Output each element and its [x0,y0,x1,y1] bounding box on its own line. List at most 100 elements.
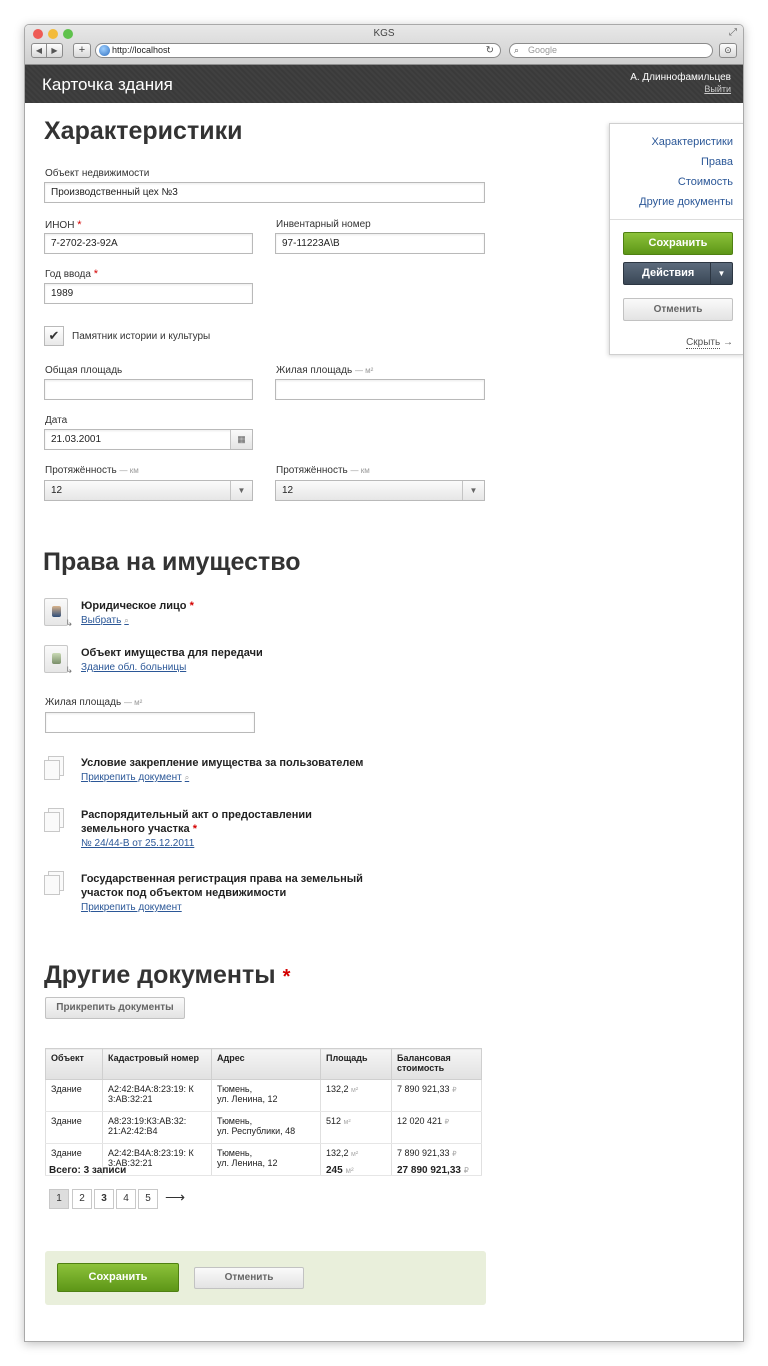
inon-input[interactable]: 7-2702-23-92А [44,233,253,254]
total-area-input[interactable] [44,379,253,400]
nav-link-cost[interactable]: Стоимость [610,172,743,192]
page-button-2[interactable]: 2 [72,1189,92,1209]
length2-select[interactable]: 12 ▼ [275,480,485,501]
back-button[interactable]: ◀ [31,43,47,58]
legal-entity-title: Юридическое лицо * [81,600,194,612]
transfer-object-title: Объект имущества для передачи [81,647,263,659]
required-marker: * [77,219,82,231]
legal-entity-icon[interactable]: ↳ [44,598,73,628]
unit-label: — км [119,466,139,475]
other-docs-heading: Другие документы * [44,961,291,989]
url-text: http://localhost [112,45,171,55]
rights-living-area-input[interactable] [45,712,255,733]
browser-toolbar: KGS ⤢ ◀ ▶ + http://localhost ↻ ⌕ Google … [25,25,743,65]
column-header[interactable]: Балансовая стоимость [391,1048,482,1080]
search-icon: ⌕ [184,773,190,782]
downloads-icon[interactable]: ⊙ [719,43,737,58]
window-title: KGS [373,28,395,39]
doc1-title: Условие закрепление имущества за пользов… [81,757,364,769]
year-label: Год ввода * [45,268,99,280]
length-select[interactable]: 12 ▼ [44,480,253,501]
table-header-row: Объект Кадастровый номер Адрес Площадь Б… [45,1048,482,1080]
page-button-3[interactable]: 3 [94,1189,114,1209]
table-row[interactable]: Здание А8:23:19:К3:АВ:32: 21:А2:42:В4 Тю… [45,1111,482,1144]
fullscreen-icon[interactable]: ⤢ [729,27,737,38]
cell-value: 7 890 921,33 ₽ [391,1079,482,1112]
column-header[interactable]: Кадастровый номер [102,1048,212,1080]
side-panel: Характеристики Права Стоимость Другие до… [609,123,743,355]
new-tab-button[interactable]: + [73,43,91,58]
building-icon[interactable]: ↳ [44,645,73,675]
globe-icon [99,45,110,56]
hide-panel-link[interactable]: Скрыть → [686,337,733,349]
cell-address: Тюмень, ул. Ленина, 12 [211,1143,321,1176]
length-select-value: 12 [51,485,63,496]
length2-select-value: 12 [282,485,294,496]
date-input[interactable]: 21.03.2001 ▦ [44,429,253,450]
nav-link-rights[interactable]: Права [610,152,743,172]
browser-search-input[interactable]: ⌕ Google [509,43,713,58]
cell-cadastral: А8:23:19:К3:АВ:32: 21:А2:42:В4 [102,1111,212,1144]
address-bar[interactable]: http://localhost ↻ [95,43,501,58]
monument-checkbox[interactable]: ✔ [44,326,64,346]
column-header[interactable]: Адрес [211,1048,321,1080]
chevron-down-icon: ▼ [462,481,484,500]
monument-label: Памятник истории и культуры [72,331,211,342]
checkmark-icon: ✔ [48,328,60,343]
footer-cancel-button[interactable]: Отменить [194,1267,304,1289]
chevron-down-icon: ▼ [230,481,252,500]
document-icon [44,871,64,895]
reload-icon[interactable]: ↻ [486,44,494,57]
nav-link-other-documents[interactable]: Другие документы [610,192,743,212]
length2-label: Протяжённость — км [276,465,370,476]
living-area-input[interactable] [275,379,485,400]
arrow-right-icon: → [723,337,733,348]
characteristics-heading: Характеристики [44,117,243,145]
page-button-5[interactable]: 5 [138,1189,158,1209]
object-input[interactable]: Производственный цех №3 [44,182,485,203]
calendar-icon[interactable]: ▦ [230,430,252,449]
transfer-object-link[interactable]: Здание обл. больницы [81,662,186,673]
attach-documents-button[interactable]: Прикрепить документы [45,997,185,1019]
page-title: Карточка здания [42,75,173,94]
legal-entity-link[interactable]: Выбрать ⌕ [81,615,129,626]
column-header[interactable]: Площадь [320,1048,392,1080]
object-label: Объект недвижимости [45,168,150,179]
table-row[interactable]: Здание А2:42:В4А:8:23:19: К 3:АВ:32:21 Т… [45,1079,482,1112]
doc2-title: Распорядительный акт о предоставлении зем… [81,809,312,835]
document-icon [44,808,64,832]
total-records: Всего: 3 записи [49,1165,127,1176]
nav-link-characteristics[interactable]: Характеристики [610,132,743,152]
chevron-down-icon: ▼ [710,263,732,284]
cell-area: 132,2 м² [320,1079,392,1112]
logout-link[interactable]: Выйти [630,84,731,94]
unit-label: — км [350,466,370,475]
side-save-button[interactable]: Сохранить [623,232,733,255]
next-page-arrow-icon[interactable]: ⟶ [165,1189,185,1206]
app-header: Карточка здания А. Длиннофамильцев Выйти [25,65,743,103]
date-value: 21.03.2001 [51,434,102,445]
doc3-attach-link[interactable]: Прикрепить документ [81,902,182,913]
cell-cadastral: А2:42:В4А:8:23:19: К 3:АВ:32:21 [102,1079,212,1112]
actions-dropdown-button[interactable]: Действия ▼ [623,262,733,285]
doc1-attach-link[interactable]: Прикрепить документ ⌕ [81,772,189,783]
length-label: Протяжённость — км [45,465,139,476]
page-button-4[interactable]: 4 [116,1189,136,1209]
page-button-1[interactable]: 1 [49,1189,69,1209]
forward-button[interactable]: ▶ [47,43,63,58]
cell-value: 12 020 421 ₽ [391,1111,482,1144]
year-input[interactable]: 1989 [44,283,253,304]
footer-save-button[interactable]: Сохранить [57,1263,179,1292]
required-marker: * [192,823,197,835]
living-area-label: Жилая площадь — м² [276,365,374,376]
inventory-input[interactable]: 97-11223А\В [275,233,485,254]
side-cancel-button[interactable]: Отменить [623,298,733,321]
column-header[interactable]: Объект [45,1048,103,1080]
search-placeholder: Google [528,45,558,55]
search-icon: ⌕ [124,616,129,625]
required-marker: * [93,268,99,280]
unit-label: — м² [354,366,374,375]
user-name: А. Длиннофамильцев [630,72,731,83]
cell-object: Здание [45,1111,103,1144]
doc2-link[interactable]: № 24/44-В от 25.12.2011 [81,838,194,849]
